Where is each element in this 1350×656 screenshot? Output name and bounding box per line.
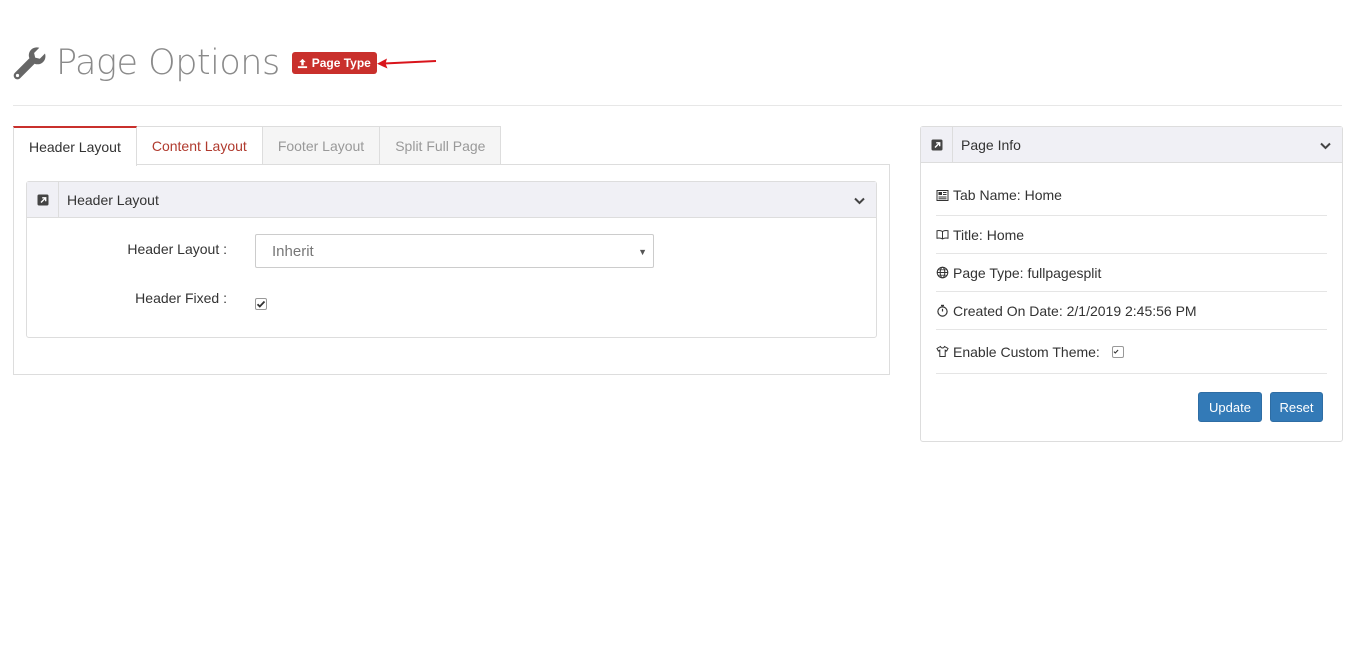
title-text: Title: Home [953,226,1025,243]
globe-icon [936,266,949,279]
list-item: Title: Home [936,216,1327,254]
list-item: Page Type: fullpagesplit [936,254,1327,292]
tab-header-layout[interactable]: Header Layout [13,126,137,166]
list-item: Tab Name: Home [936,175,1327,216]
chevron-down-icon[interactable] [853,194,866,207]
panel-title: Page Info [961,136,1021,153]
check-icon [1113,349,1119,354]
external-link-icon [37,194,48,205]
chevron-down-icon[interactable] [1319,139,1332,152]
panel-header[interactable]: Header Layout [27,181,876,218]
header-fixed-row: Header Fixed : [27,290,227,306]
page-type-text: Page Type: fullpagesplit [953,264,1102,281]
page-type-button[interactable]: Page Type [291,52,377,74]
upload-icon [297,58,307,68]
wrench-icon [13,47,46,80]
page-title: Page Options [56,43,280,83]
header-layout-label: Header Layout : [127,241,227,257]
tab-footer-layout[interactable]: Footer Layout [262,126,381,165]
page-info-list: Tab Name: Home Title: Home Page Type: fu… [936,175,1327,374]
newspaper-icon [936,189,949,201]
layout-tabs: Header Layout Content Layout Footer Layo… [13,126,502,166]
panel-header[interactable]: Page Info [921,126,1342,163]
list-item: Enable Custom Theme: [936,330,1327,374]
tab-split-full-page[interactable]: Split Full Page [380,126,502,165]
created-date-text: Created On Date: 2/1/2019 2:45:56 PM [953,302,1197,319]
check-icon [256,300,266,308]
page-header: Page Options Page Type [12,40,377,86]
page-type-label: Page Type [311,56,371,70]
header-fixed-label: Header Fixed : [135,290,227,306]
header-divider [13,105,1342,106]
external-link-icon [931,139,942,150]
annotation-arrow-icon [377,58,437,69]
update-button[interactable]: Update [1198,392,1262,422]
book-icon [936,230,949,240]
expand-icon-box [921,126,953,163]
page-info-panel: Page Info Tab Name: Home Title: Home Pag… [920,126,1343,442]
stopwatch-icon [937,304,948,317]
expand-icon-box [27,181,59,218]
custom-theme-checkbox[interactable] [1111,345,1124,358]
header-layout-select[interactable]: Inherit ▼ [255,234,654,268]
tab-content-layout[interactable]: Content Layout [136,126,263,165]
caret-down-icon: ▼ [638,247,647,257]
list-item: Created On Date: 2/1/2019 2:45:56 PM [936,292,1327,330]
tshirt-icon [936,345,949,357]
panel-title: Header Layout [67,191,159,208]
custom-theme-label: Enable Custom Theme: [953,343,1100,360]
header-layout-row: Header Layout : [27,241,227,257]
header-fixed-checkbox[interactable] [255,298,267,310]
select-value: Inherit [272,242,314,260]
tab-name-text: Tab Name: Home [953,187,1062,203]
header-layout-panel: Header Layout Header Layout : Inherit ▼ … [26,181,877,338]
reset-button[interactable]: Reset [1270,392,1323,422]
